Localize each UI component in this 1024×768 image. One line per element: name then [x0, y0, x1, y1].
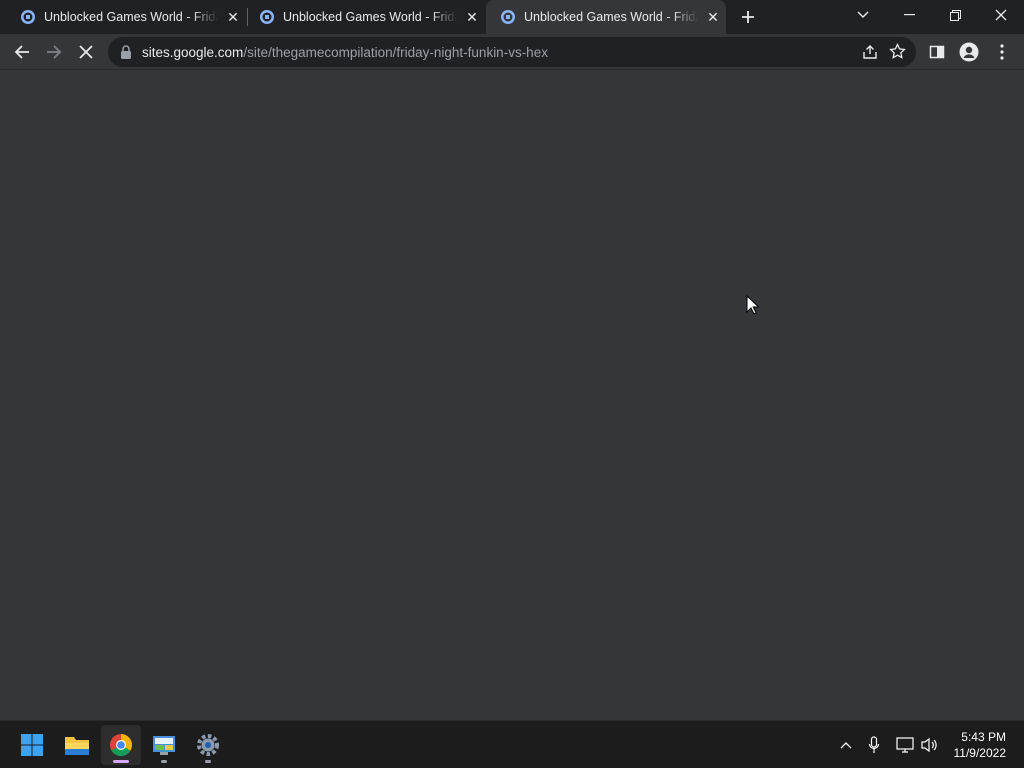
- tab-title: Unblocked Games World - Friday: [524, 10, 698, 24]
- running-indicator: [161, 760, 167, 763]
- tab-2[interactable]: Unblocked Games World - Friday ✕: [239, 0, 485, 34]
- settings-gear-icon: [197, 734, 219, 756]
- file-explorer-button[interactable]: [57, 725, 97, 765]
- site-favicon-icon: [500, 9, 516, 25]
- chevron-up-icon: [840, 742, 852, 749]
- tab-title: Unblocked Games World - Friday: [44, 10, 218, 24]
- clock-date: 11/9/2022: [953, 746, 1007, 760]
- tab-title: Unblocked Games World - Friday: [283, 10, 457, 24]
- lock-icon: [121, 45, 131, 59]
- site-favicon-icon: [259, 9, 275, 25]
- tab-close-icon[interactable]: ✕: [704, 8, 722, 26]
- share-button[interactable]: [862, 44, 878, 65]
- side-panel-icon: [929, 45, 945, 59]
- active-indicator: [113, 760, 129, 763]
- tab-search-button[interactable]: [840, 0, 886, 30]
- mouse-cursor-icon: [746, 294, 760, 320]
- stop-icon: [79, 45, 93, 59]
- tab-1[interactable]: Unblocked Games World - Friday ✕: [0, 0, 246, 34]
- side-panel-button[interactable]: [923, 38, 951, 66]
- restore-button[interactable]: [932, 0, 978, 30]
- menu-button[interactable]: [988, 38, 1016, 66]
- bookmark-button[interactable]: [889, 42, 906, 65]
- url-text[interactable]: sites.google.com/site/thegamecompilation…: [142, 45, 548, 60]
- url-host: sites.google.com: [142, 44, 244, 60]
- profile-button[interactable]: [955, 38, 983, 66]
- new-tab-button[interactable]: [737, 6, 759, 28]
- show-hidden-icons-button[interactable]: [836, 735, 856, 755]
- tab-3-active[interactable]: Unblocked Games World - Friday ✕: [486, 0, 726, 34]
- chrome-taskbar-button[interactable]: [101, 725, 141, 765]
- avatar-icon: [959, 42, 979, 62]
- back-button[interactable]: [8, 38, 36, 66]
- more-vert-icon: [1000, 44, 1004, 60]
- clock-time: 5:43 PM: [961, 730, 1006, 744]
- plus-icon: [742, 11, 754, 23]
- network-icon: [896, 737, 914, 753]
- minimize-icon: [903, 14, 915, 16]
- network-button[interactable]: [895, 735, 915, 755]
- system-clock[interactable]: 5:43 PM 11/9/2022: [954, 729, 1007, 761]
- volume-button[interactable]: [920, 735, 940, 755]
- chevron-down-icon: [857, 11, 869, 18]
- share-icon: [863, 45, 877, 59]
- site-favicon-icon: [20, 9, 36, 25]
- browser-toolbar: sites.google.com/site/thegamecompilation…: [0, 34, 1024, 70]
- arrow-left-icon: [14, 45, 29, 59]
- running-indicator: [205, 760, 211, 763]
- stop-loading-button[interactable]: [72, 38, 100, 66]
- windows-start-icon: [21, 734, 43, 756]
- forward-button[interactable]: [40, 38, 68, 66]
- control-panel-icon: [153, 736, 175, 755]
- restore-icon: [949, 9, 961, 21]
- taskbar: 5:43 PM 11/9/2022: [0, 720, 1024, 768]
- chrome-icon: [110, 734, 132, 756]
- speaker-icon: [921, 737, 937, 753]
- close-window-button[interactable]: [978, 0, 1024, 30]
- microphone-button[interactable]: [864, 735, 884, 755]
- close-icon: [995, 9, 1007, 21]
- folder-icon: [65, 737, 89, 755]
- address-bar[interactable]: sites.google.com/site/thegamecompilation…: [108, 37, 916, 67]
- page-content[interactable]: [0, 70, 1024, 720]
- tab-strip: Unblocked Games World - Friday ✕ Unblock…: [0, 0, 1024, 34]
- control-panel-button[interactable]: [144, 725, 184, 765]
- url-path: /site/thegamecompilation/friday-night-fu…: [243, 44, 548, 60]
- settings-button[interactable]: [188, 725, 228, 765]
- minimize-button[interactable]: [886, 0, 932, 30]
- microphone-icon: [868, 736, 880, 753]
- arrow-right-icon: [47, 45, 62, 59]
- tab-close-icon[interactable]: ✕: [463, 8, 481, 26]
- star-icon: [889, 42, 906, 59]
- start-button[interactable]: [12, 725, 52, 765]
